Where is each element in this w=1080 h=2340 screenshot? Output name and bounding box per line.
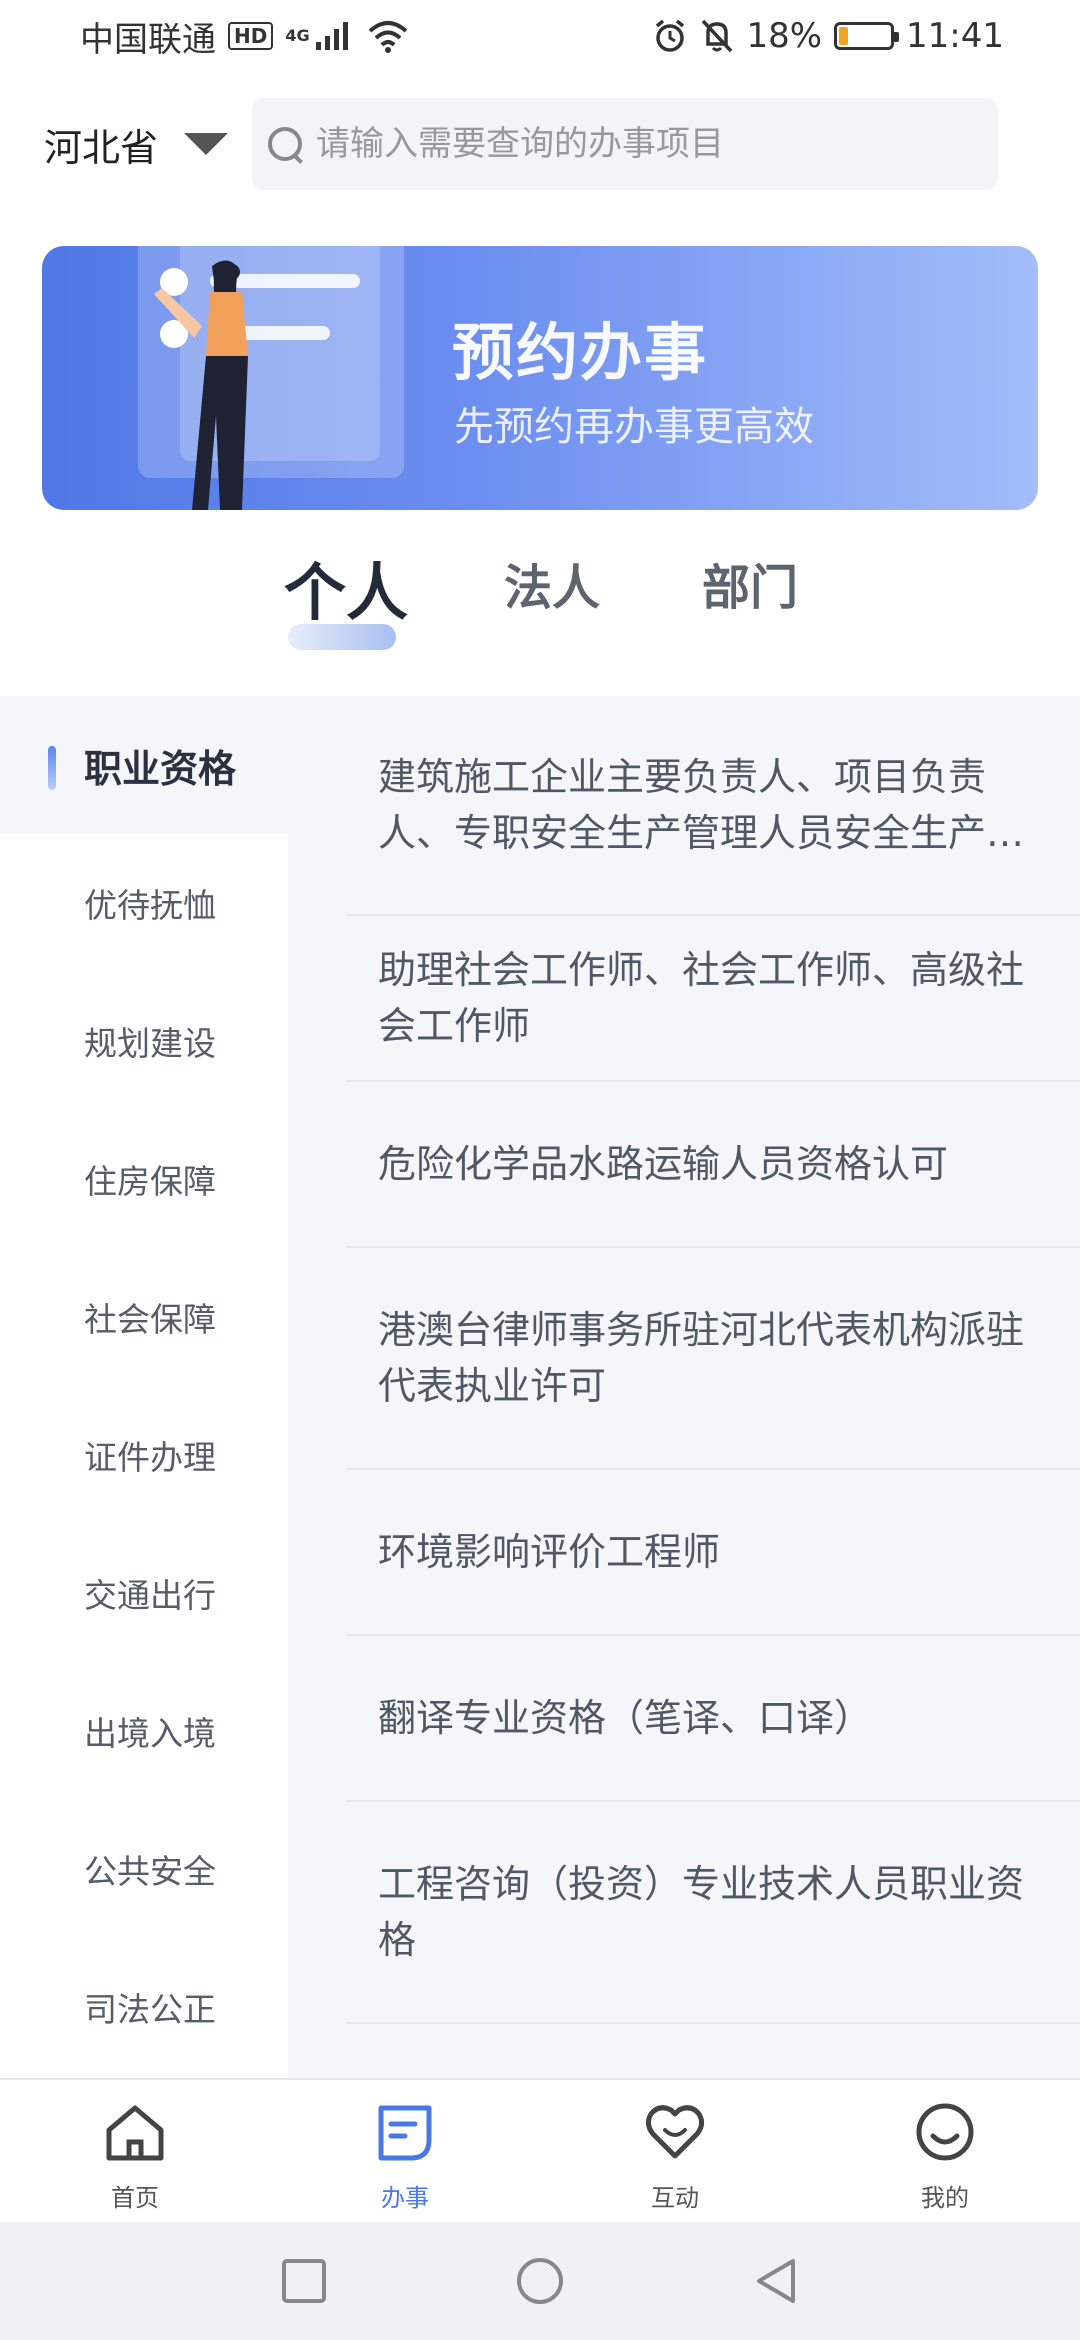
clock: 11:41: [906, 16, 1004, 56]
smiley-icon: [916, 2103, 974, 2161]
alarm-icon: [656, 19, 685, 52]
list-item-title: 危险化学品水路运输人员资格认可: [378, 1142, 949, 1186]
nav-label: 首页: [111, 2184, 159, 2212]
wifi-icon: [368, 21, 407, 53]
sidebar-item-entry-exit[interactable]: 出境入境: [0, 1662, 288, 1800]
list-item[interactable]: 助理社会工作师、社会工作师、高级社会工作师: [346, 916, 1080, 1082]
active-marker: [48, 746, 56, 790]
list-item-title: 建筑施工企业主要负责人、项目负责人、专职安全生产管理人员安全生产考核: [378, 755, 1025, 855]
sidebar-item-label: 证件办理: [84, 1438, 216, 1477]
bottom-nav: 首页 办事 互动 我的: [0, 2078, 1080, 2222]
list-item[interactable]: 建筑施工企业主要负责人、项目负责人、专职安全生产管理人员安全生产考核: [346, 696, 1080, 916]
carrier-label: 中国联通: [80, 19, 216, 60]
search-icon: [266, 125, 304, 163]
home-circle-icon[interactable]: [515, 2256, 565, 2306]
search-box[interactable]: [252, 98, 998, 190]
list-item-title: 环境影响评价工程师: [378, 1530, 721, 1574]
sidebar-item-label: 规划建设: [84, 1024, 216, 1063]
nav-label: 我的: [921, 2184, 969, 2212]
network-label: 4G: [285, 25, 310, 45]
search-input[interactable]: [316, 124, 984, 164]
battery-icon: [834, 22, 900, 50]
sidebar-item-label: 司法公正: [84, 1990, 216, 2029]
nav-home[interactable]: 首页: [0, 2080, 270, 2222]
sidebar-item-transport[interactable]: 交通出行: [0, 1524, 288, 1662]
list-item-title: 港澳台律师事务所驻河北代表机构派驻代表执业许可: [378, 1308, 1025, 1408]
header: 河北省: [0, 96, 1080, 192]
banner-title: 预约办事: [452, 316, 709, 389]
mute-bell-icon: [702, 19, 733, 53]
list-item[interactable]: 港澳台律师事务所驻河北代表机构派驻代表执业许可: [346, 1248, 1080, 1470]
category-sidebar: 职业资格 优待抚恤 规划建设 住房保障 社会保障 证件办理 交通出行 出境入境 …: [0, 696, 288, 2080]
sidebar-item-label: 职业资格: [84, 746, 237, 791]
active-tab-indicator: [288, 624, 396, 650]
sidebar-item-label: 社会保障: [84, 1300, 216, 1339]
battery-level-fill: [839, 27, 849, 45]
tab-department[interactable]: 部门: [702, 548, 798, 618]
status-left: 中国联通 HD 4G: [80, 12, 410, 61]
nav-label: 办事: [381, 2184, 429, 2212]
status-right: 18% 11:41: [652, 16, 1004, 56]
sidebar-item-justice[interactable]: 司法公正: [0, 1938, 288, 2076]
sidebar-item-label: 住房保障: [84, 1162, 216, 1201]
nav-services[interactable]: 办事: [270, 2080, 540, 2222]
sidebar-item-planning[interactable]: 规划建设: [0, 972, 288, 1110]
signal-icon: [315, 22, 348, 50]
sidebar-item-certificates[interactable]: 证件办理: [0, 1386, 288, 1524]
system-nav-bar: [0, 2222, 1080, 2340]
category-tabs: 个人 法人 部门: [0, 548, 1080, 658]
list-item-title: 助理社会工作师、社会工作师、高级社会工作师: [378, 948, 1025, 1048]
province-label: 河北省: [44, 125, 159, 170]
province-selector[interactable]: 河北省: [44, 117, 252, 172]
tab-legal-person[interactable]: 法人: [504, 548, 600, 618]
banner-subtitle: 先预约再办事更高效: [454, 404, 814, 450]
back-triangle-icon[interactable]: [751, 2256, 801, 2306]
sidebar-item-label: 出境入境: [84, 1714, 216, 1753]
battery-percent: 18%: [746, 16, 823, 56]
sidebar-item-label: 交通出行: [84, 1576, 216, 1615]
list-item-title: 工程咨询（投资）专业技术人员职业资格: [378, 1862, 1025, 1962]
nav-interact[interactable]: 互动: [540, 2080, 810, 2222]
sidebar-item-label: 公共安全: [84, 1852, 216, 1891]
list-item[interactable]: 环境影响评价工程师: [346, 1470, 1080, 1636]
caret-down-icon: [184, 133, 229, 155]
sidebar-item-preferential[interactable]: 优待抚恤: [0, 834, 288, 972]
nav-mine[interactable]: 我的: [810, 2080, 1080, 2222]
recent-apps-icon[interactable]: [279, 2256, 329, 2306]
sidebar-item-housing[interactable]: 住房保障: [0, 1110, 288, 1248]
list-item[interactable]: 翻译专业资格（笔译、口译）: [346, 1636, 1080, 1802]
service-content: 职业资格 优待抚恤 规划建设 住房保障 社会保障 证件办理 交通出行 出境入境 …: [0, 696, 1080, 2080]
hd-badge: HD: [228, 22, 274, 50]
person-illustration: [154, 260, 248, 510]
sidebar-item-social-security[interactable]: 社会保障: [0, 1248, 288, 1386]
document-icon: [378, 2105, 432, 2161]
tab-personal[interactable]: 个人: [284, 542, 408, 632]
sidebar-item-public-safety[interactable]: 公共安全: [0, 1800, 288, 1938]
appointment-banner[interactable]: 预约办事 先预约再办事更高效: [42, 246, 1038, 510]
nav-label: 互动: [651, 2184, 699, 2212]
heart-icon: [645, 2105, 705, 2159]
sidebar-item-label: 优待抚恤: [84, 886, 216, 925]
home-icon: [106, 2105, 164, 2161]
sidebar-item-qualification[interactable]: 职业资格: [0, 696, 288, 834]
list-item[interactable]: 危险化学品水路运输人员资格认可: [346, 1082, 1080, 1248]
list-item[interactable]: 工程咨询（投资）专业技术人员职业资格: [346, 1802, 1080, 2024]
list-item-title: 翻译专业资格（笔译、口译）: [378, 1696, 873, 1740]
status-bar: 中国联通 HD 4G 18% 11:41: [0, 0, 1080, 72]
